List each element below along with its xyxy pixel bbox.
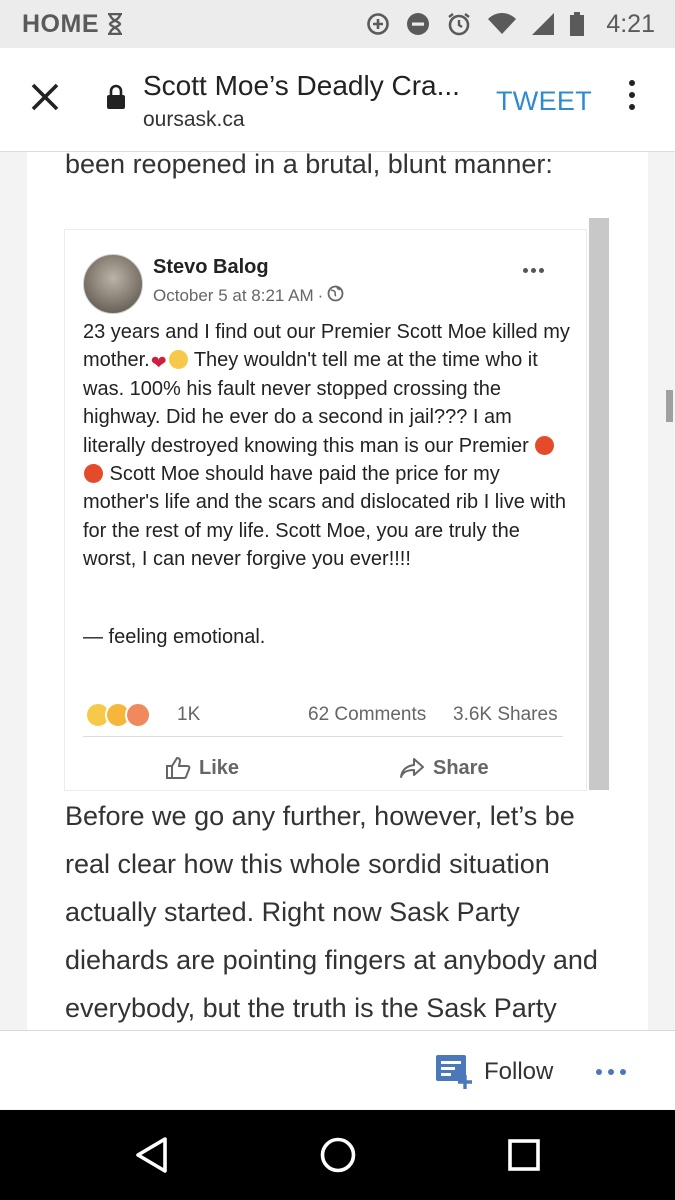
post-author[interactable]: Stevo Balog xyxy=(153,256,269,279)
broken-heart-emoji-icon: ❤ xyxy=(150,353,167,375)
embed-scrollbar[interactable] xyxy=(589,218,609,790)
article-paragraph: been reopened in a brutal, blunt manner: xyxy=(65,152,553,179)
share-arrow-icon xyxy=(400,758,424,778)
follow-more-button[interactable] xyxy=(596,1069,626,1075)
more-dot xyxy=(596,1069,602,1075)
article-paragraph: Before we go any further, however, let’s… xyxy=(65,801,598,1023)
signal-icon xyxy=(532,13,555,35)
more-dot xyxy=(531,268,536,273)
home-circle-icon xyxy=(320,1137,356,1173)
thumbs-up-icon xyxy=(166,756,191,779)
divider xyxy=(83,736,563,737)
like-label: Like xyxy=(199,756,240,779)
page-url: oursask.ca xyxy=(143,108,245,131)
crying-emoji-icon xyxy=(168,350,188,370)
data-saver-icon xyxy=(366,12,390,36)
reaction-icons[interactable] xyxy=(85,702,151,728)
clock: 4:21 xyxy=(606,9,655,38)
more-dot xyxy=(608,1069,614,1075)
follow-bar: Follow xyxy=(0,1030,675,1109)
menu-dot xyxy=(629,104,635,110)
tweet-button[interactable]: TWEET xyxy=(496,86,592,117)
avatar[interactable] xyxy=(83,254,143,314)
share-button[interactable]: Share xyxy=(399,756,489,780)
reaction-count[interactable]: 1K xyxy=(177,704,200,726)
post-more-button[interactable] xyxy=(523,268,551,278)
lock-icon xyxy=(106,84,126,115)
more-dot xyxy=(523,268,528,273)
battery-icon xyxy=(570,12,585,36)
follow-button[interactable]: Follow xyxy=(436,1055,553,1089)
back-triangle-icon xyxy=(136,1137,167,1173)
close-button[interactable] xyxy=(28,80,62,114)
more-dot xyxy=(539,268,544,273)
post-feeling: — feeling emotional. xyxy=(83,626,266,648)
system-navigation-bar xyxy=(0,1110,675,1200)
recents-square-icon xyxy=(508,1139,540,1171)
shares-count[interactable]: 3.6K Shares xyxy=(453,704,558,726)
browser-toolbar: Scott Moe’s Deadly Cra... oursask.ca TWE… xyxy=(0,48,675,152)
follow-label: Follow xyxy=(484,1058,554,1085)
angry-emoji-icon xyxy=(84,464,103,484)
post-text-3: Scott Moe should have paid the price for… xyxy=(83,463,566,571)
care-reaction-icon xyxy=(125,702,151,728)
status-bar: HOME 4:21 xyxy=(0,0,675,48)
menu-dot xyxy=(629,80,635,86)
alarm-icon xyxy=(446,11,472,37)
status-label: HOME xyxy=(22,9,99,38)
post-date[interactable]: October 5 at 8:21 AM xyxy=(153,286,314,306)
home-button[interactable] xyxy=(320,1137,356,1178)
angry-emoji-icon xyxy=(535,435,555,455)
globe-icon xyxy=(327,285,344,307)
article-content[interactable]: been reopened in a brutal, blunt manner:… xyxy=(27,152,648,1030)
more-dot xyxy=(620,1069,626,1075)
status-bar-right: 4:21 xyxy=(366,10,655,39)
overflow-menu-button[interactable] xyxy=(624,80,640,116)
comments-count[interactable]: 62 Comments xyxy=(308,704,426,726)
share-label: Share xyxy=(433,756,489,779)
page-scrollbar[interactable] xyxy=(666,390,673,422)
reader-add-icon xyxy=(436,1055,472,1089)
hourglass-icon xyxy=(107,13,123,35)
close-icon xyxy=(31,83,59,111)
separator: · xyxy=(317,286,324,305)
back-button[interactable] xyxy=(134,1136,168,1179)
wifi-icon xyxy=(488,13,517,35)
status-bar-left: HOME xyxy=(22,10,123,39)
like-button[interactable]: Like xyxy=(165,756,239,780)
post-body: 23 years and I find out our Premier Scot… xyxy=(83,318,573,574)
do-not-disturb-icon xyxy=(406,12,430,36)
menu-dot xyxy=(629,92,635,98)
embedded-facebook-post[interactable]: Stevo Balog October 5 at 8:21 AM · 23 ye… xyxy=(65,230,586,790)
page-title: Scott Moe’s Deadly Cra... xyxy=(143,70,460,101)
recents-button[interactable] xyxy=(508,1139,540,1176)
post-meta: October 5 at 8:21 AM · xyxy=(153,285,344,307)
